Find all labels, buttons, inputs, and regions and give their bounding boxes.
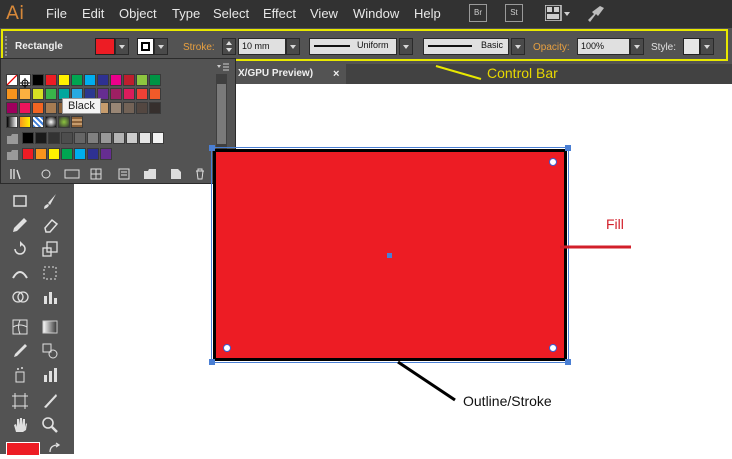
annotation-fill: Fill bbox=[606, 216, 624, 232]
stroke-pointer bbox=[397, 360, 456, 402]
annotation-control-bar: Control Bar bbox=[487, 65, 558, 81]
control-bar-pointer bbox=[435, 65, 482, 80]
annotation-outline-stroke: Outline/Stroke bbox=[463, 393, 552, 409]
